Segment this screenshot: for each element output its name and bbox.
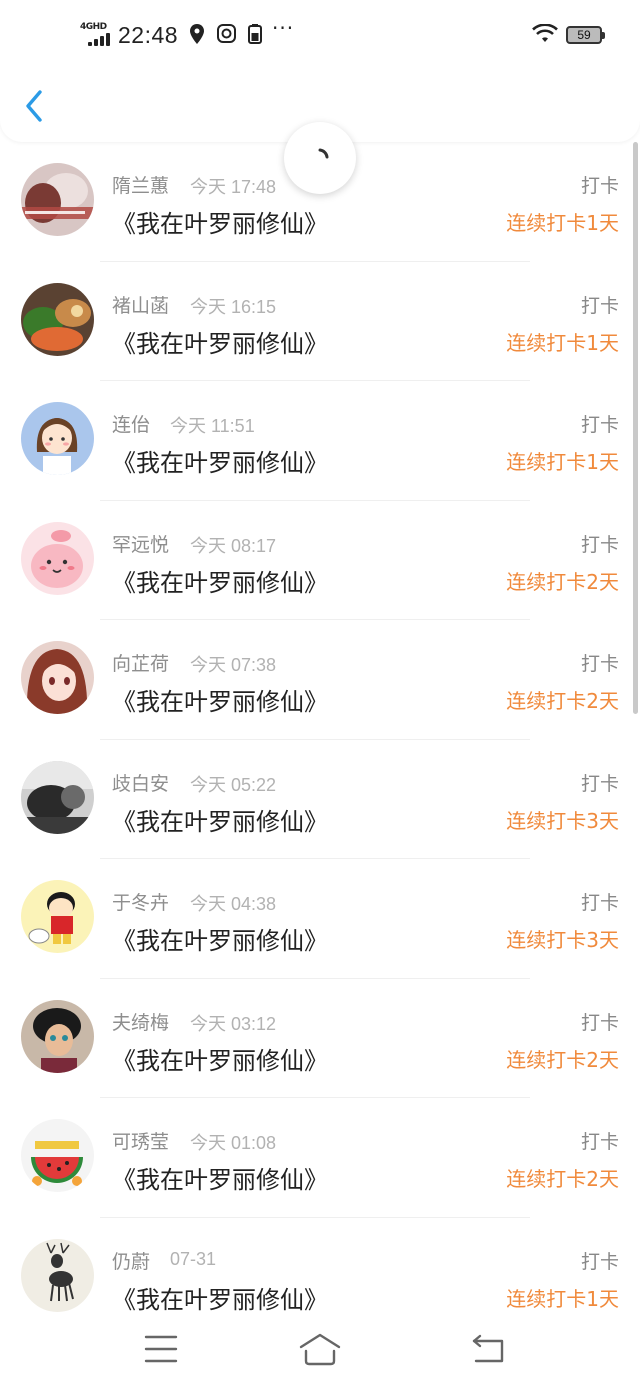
book-title: 《我在叶罗丽修仙》 bbox=[112, 1046, 328, 1075]
home-button[interactable] bbox=[298, 1331, 342, 1371]
list-item[interactable]: 褚山菡 今天 16:15 《我在叶罗丽修仙》 打卡 连续打卡1天 bbox=[0, 262, 640, 381]
back-button[interactable] bbox=[18, 86, 54, 126]
refresh-spinner bbox=[284, 122, 356, 194]
network-type: 4GHD bbox=[80, 22, 107, 32]
checkin-label: 打卡 bbox=[580, 533, 619, 556]
avatar[interactable] bbox=[21, 880, 94, 953]
user-name: 夫绮梅 bbox=[112, 1011, 170, 1034]
list-item[interactable]: 夫绮梅 今天 03:12 《我在叶罗丽修仙》 打卡 连续打卡2天 bbox=[0, 979, 640, 1098]
streak-label: 连续打卡1天 bbox=[506, 450, 619, 474]
user-name: 于冬卉 bbox=[112, 892, 170, 914]
streak-label: 连续打卡2天 bbox=[506, 689, 619, 713]
user-name: 褚山菡 bbox=[112, 294, 170, 317]
book-title: 《我在叶罗丽修仙》 bbox=[112, 568, 328, 597]
book-title: 《我在叶罗丽修仙》 bbox=[112, 927, 328, 955]
book-title: 《我在叶罗丽修仙》 bbox=[112, 807, 328, 836]
list-item[interactable]: 罕远悦 今天 08:17 《我在叶罗丽修仙》 打卡 连续打卡2天 bbox=[0, 501, 640, 620]
avatar[interactable] bbox=[21, 999, 94, 1073]
streak-label: 连续打卡2天 bbox=[506, 1047, 619, 1072]
checkin-time: 今天 03:12 bbox=[190, 1013, 277, 1034]
checkin-label: 打卡 bbox=[580, 772, 619, 795]
checkin-label: 打卡 bbox=[580, 892, 619, 914]
checkin-label: 打卡 bbox=[580, 1131, 619, 1153]
book-title: 《我在叶罗丽修仙》 bbox=[112, 329, 328, 358]
avatar[interactable] bbox=[21, 521, 94, 595]
checkin-time: 今天 17:48 bbox=[190, 177, 277, 197]
avatar[interactable] bbox=[21, 163, 94, 236]
checkin-time: 今天 11:51 bbox=[170, 416, 255, 436]
menu-button[interactable] bbox=[144, 1331, 178, 1371]
checkin-time: 07-31 bbox=[170, 1248, 217, 1269]
user-name: 仍蔚 bbox=[112, 1250, 151, 1273]
home-icon bbox=[299, 1333, 341, 1366]
system-nav-bar bbox=[0, 1315, 640, 1387]
checkin-label: 打卡 bbox=[580, 653, 619, 675]
checkin-label: 打卡 bbox=[580, 1250, 619, 1273]
streak-label: 连续打卡1天 bbox=[506, 1286, 619, 1311]
user-name: 歧白安 bbox=[112, 772, 170, 795]
avatar[interactable] bbox=[21, 402, 94, 475]
book-title: 《我在叶罗丽修仙》 bbox=[112, 688, 328, 716]
back-nav-icon bbox=[472, 1334, 504, 1363]
user-name: 连佁 bbox=[112, 414, 151, 436]
avatar[interactable] bbox=[21, 282, 94, 356]
book-title: 《我在叶罗丽修仙》 bbox=[112, 1166, 328, 1194]
streak-label: 连续打卡1天 bbox=[506, 211, 619, 235]
checkin-label: 打卡 bbox=[580, 1011, 619, 1034]
user-name: 罕远悦 bbox=[112, 533, 170, 556]
checkin-label: 打卡 bbox=[580, 175, 619, 197]
user-name: 隋兰蕙 bbox=[112, 175, 170, 197]
chevron-left-icon bbox=[26, 90, 42, 122]
checkin-time: 今天 16:15 bbox=[190, 296, 277, 317]
signal-icon bbox=[88, 32, 114, 46]
battery-icon: 59 bbox=[566, 26, 605, 44]
list-item[interactable]: 于冬卉 今天 04:38 《我在叶罗丽修仙》 打卡 连续打卡3天 bbox=[0, 859, 640, 979]
avatar[interactable] bbox=[21, 1119, 94, 1192]
wifi-icon bbox=[532, 23, 558, 48]
status-bar: 4GHD 22:48 ··· 59 bbox=[0, 14, 640, 54]
book-title: 《我在叶罗丽修仙》 bbox=[112, 210, 328, 238]
streak-label: 连续打卡2天 bbox=[506, 569, 619, 594]
book-title: 《我在叶罗丽修仙》 bbox=[112, 1285, 328, 1314]
list-item[interactable]: 可琇莹 今天 01:08 《我在叶罗丽修仙》 打卡 连续打卡2天 bbox=[0, 1098, 640, 1218]
avatar[interactable] bbox=[21, 1238, 94, 1312]
checkin-label: 打卡 bbox=[580, 414, 619, 436]
checkin-list: 隋兰蕙 今天 17:48 《我在叶罗丽修仙》 打卡 连续打卡1天 褚山菡 今天 … bbox=[0, 142, 640, 1337]
menu-icon bbox=[144, 1335, 178, 1363]
checkin-label: 打卡 bbox=[580, 294, 619, 317]
list-item[interactable]: 向芷荷 今天 07:38 《我在叶罗丽修仙》 打卡 连续打卡2天 bbox=[0, 620, 640, 740]
notification-app-icon bbox=[217, 24, 236, 47]
checkin-time: 今天 04:38 bbox=[190, 894, 277, 914]
checkin-time: 今天 01:08 bbox=[190, 1133, 277, 1153]
checkin-time: 今天 05:22 bbox=[190, 774, 277, 795]
more-dots-icon: ··· bbox=[272, 16, 295, 40]
checkin-time: 今天 08:17 bbox=[190, 535, 277, 556]
status-time: 22:48 bbox=[118, 22, 179, 48]
scrollbar[interactable] bbox=[633, 142, 638, 714]
user-name: 向芷荷 bbox=[112, 653, 170, 675]
streak-label: 连续打卡3天 bbox=[506, 808, 619, 833]
app-header: 4GHD 22:48 ··· 59 bbox=[0, 0, 640, 142]
back-nav-button[interactable] bbox=[470, 1331, 506, 1371]
streak-label: 连续打卡3天 bbox=[506, 928, 619, 952]
location-icon bbox=[190, 24, 204, 48]
checkin-time: 今天 07:38 bbox=[190, 655, 277, 675]
list-item[interactable]: 连佁 今天 11:51 《我在叶罗丽修仙》 打卡 连续打卡1天 bbox=[0, 381, 640, 501]
book-title: 《我在叶罗丽修仙》 bbox=[112, 449, 328, 477]
streak-label: 连续打卡2天 bbox=[506, 1167, 619, 1191]
avatar[interactable] bbox=[21, 760, 94, 834]
list-item[interactable]: 歧白安 今天 05:22 《我在叶罗丽修仙》 打卡 连续打卡3天 bbox=[0, 740, 640, 859]
sim-icon bbox=[248, 24, 262, 48]
user-name: 可琇莹 bbox=[112, 1131, 170, 1153]
avatar[interactable] bbox=[21, 641, 94, 714]
streak-label: 连续打卡1天 bbox=[506, 330, 619, 355]
